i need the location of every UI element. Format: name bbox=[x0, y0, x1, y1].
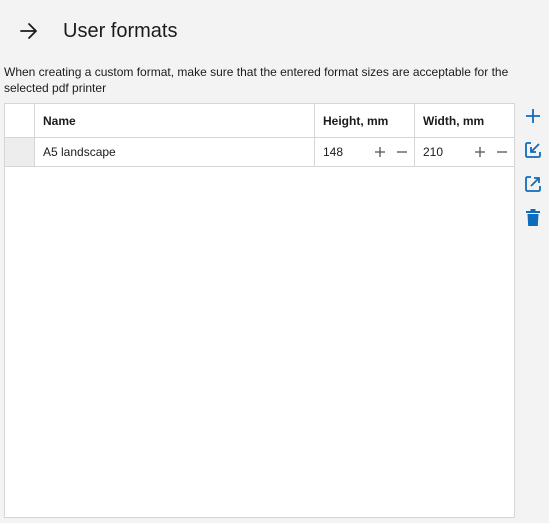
column-header-width[interactable]: Width, mm bbox=[415, 104, 514, 137]
header: User formats bbox=[0, 0, 549, 60]
width-value[interactable]: 210 bbox=[423, 138, 443, 166]
height-increment-button[interactable] bbox=[372, 144, 388, 160]
name-cell[interactable]: A5 landscape bbox=[35, 138, 315, 166]
formats-grid: Name Height, mm Width, mm A5 landscape 1… bbox=[4, 103, 515, 518]
back-button[interactable] bbox=[14, 16, 44, 46]
export-icon bbox=[525, 176, 541, 192]
delete-format-button[interactable] bbox=[522, 207, 544, 229]
name-value: A5 landscape bbox=[43, 145, 116, 159]
description-text: When creating a custom format, make sure… bbox=[4, 65, 509, 95]
grid-header: Name Height, mm Width, mm bbox=[5, 104, 514, 138]
width-cell[interactable]: 210 bbox=[415, 138, 514, 166]
width-decrement-button[interactable] bbox=[494, 144, 510, 160]
height-cell[interactable]: 148 bbox=[315, 138, 415, 166]
row-selector[interactable] bbox=[5, 138, 35, 166]
table-row[interactable]: A5 landscape 148 210 bbox=[5, 138, 514, 167]
plus-icon bbox=[475, 147, 485, 157]
column-header-name[interactable]: Name bbox=[35, 104, 315, 137]
add-format-button[interactable] bbox=[522, 105, 544, 127]
column-header-height[interactable]: Height, mm bbox=[315, 104, 415, 137]
plus-icon bbox=[375, 147, 385, 157]
arrow-right-icon bbox=[20, 23, 37, 39]
import-icon bbox=[525, 142, 541, 158]
select-all-header[interactable] bbox=[5, 104, 35, 137]
height-decrement-button[interactable] bbox=[394, 144, 410, 160]
column-header-label: Width, mm bbox=[423, 114, 485, 128]
height-value[interactable]: 148 bbox=[323, 138, 343, 166]
minus-icon bbox=[497, 151, 507, 153]
column-header-label: Height, mm bbox=[323, 114, 389, 128]
import-format-button[interactable] bbox=[522, 139, 544, 161]
column-header-label: Name bbox=[43, 114, 76, 128]
export-format-button[interactable] bbox=[522, 173, 544, 195]
minus-icon bbox=[397, 151, 407, 153]
plus-icon bbox=[526, 109, 540, 123]
trash-icon bbox=[526, 209, 540, 226]
width-increment-button[interactable] bbox=[472, 144, 488, 160]
page-title: User formats bbox=[63, 20, 178, 42]
